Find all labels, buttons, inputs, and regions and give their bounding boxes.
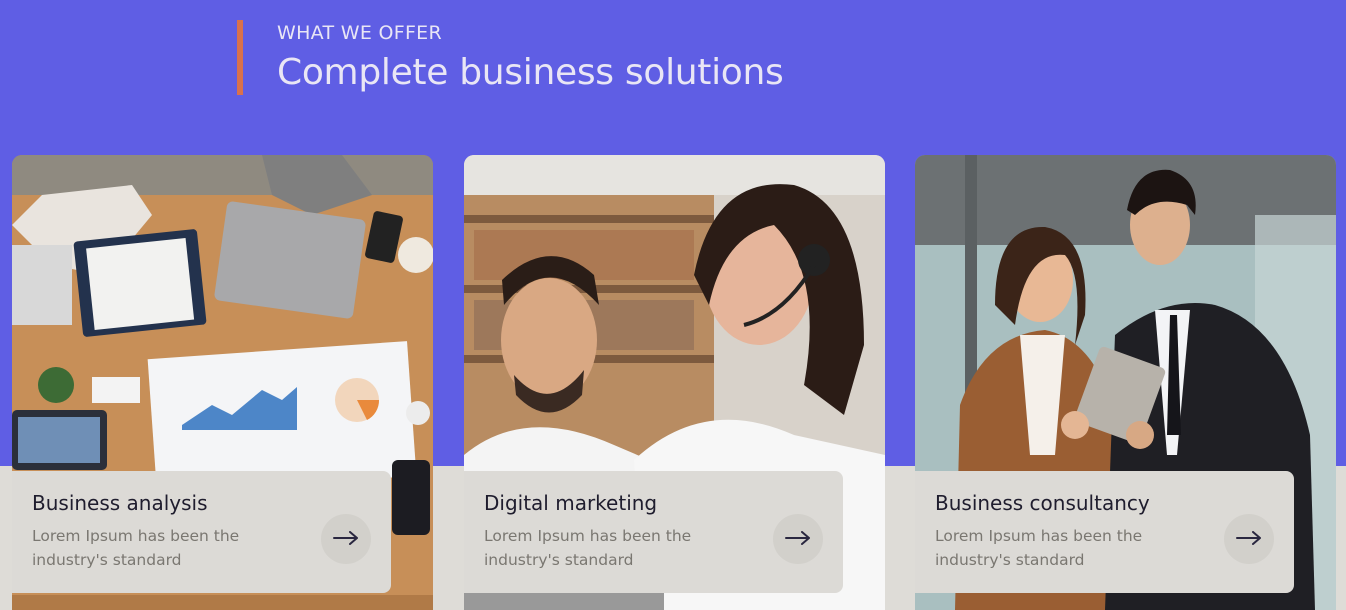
card-arrow-button[interactable]: [773, 514, 823, 564]
service-card-business-consultancy[interactable]: Business consultancy Lorem Ipsum has bee…: [915, 155, 1336, 610]
section-eyebrow: WHAT WE OFFER: [277, 22, 442, 44]
section-title: Complete business solutions: [277, 52, 784, 93]
card-title: Business consultancy: [935, 491, 1150, 515]
section-heading: WHAT WE OFFER Complete business solution…: [237, 20, 784, 95]
card-title: Digital marketing: [484, 491, 658, 515]
arrow-right-icon: [785, 530, 811, 549]
card-description: Lorem Ipsum has been the industry's stan…: [935, 527, 1143, 569]
card-arrow-button[interactable]: [321, 514, 371, 564]
card-description: Lorem Ipsum has been the industry's stan…: [484, 527, 692, 569]
card-arrow-button[interactable]: [1224, 514, 1274, 564]
card-description: Lorem Ipsum has been the industry's stan…: [32, 527, 240, 569]
card-info-panel: Business analysis Lorem Ipsum has been t…: [12, 471, 391, 593]
arrow-right-icon: [1236, 530, 1262, 549]
arrow-right-icon: [333, 530, 359, 549]
service-card-digital-marketing[interactable]: Digital marketing Lorem Ipsum has been t…: [464, 155, 885, 610]
service-card-business-analysis[interactable]: Business analysis Lorem Ipsum has been t…: [12, 155, 433, 610]
card-info-panel: Business consultancy Lorem Ipsum has bee…: [915, 471, 1294, 593]
card-info-panel: Digital marketing Lorem Ipsum has been t…: [464, 471, 843, 593]
card-title: Business analysis: [32, 491, 208, 515]
